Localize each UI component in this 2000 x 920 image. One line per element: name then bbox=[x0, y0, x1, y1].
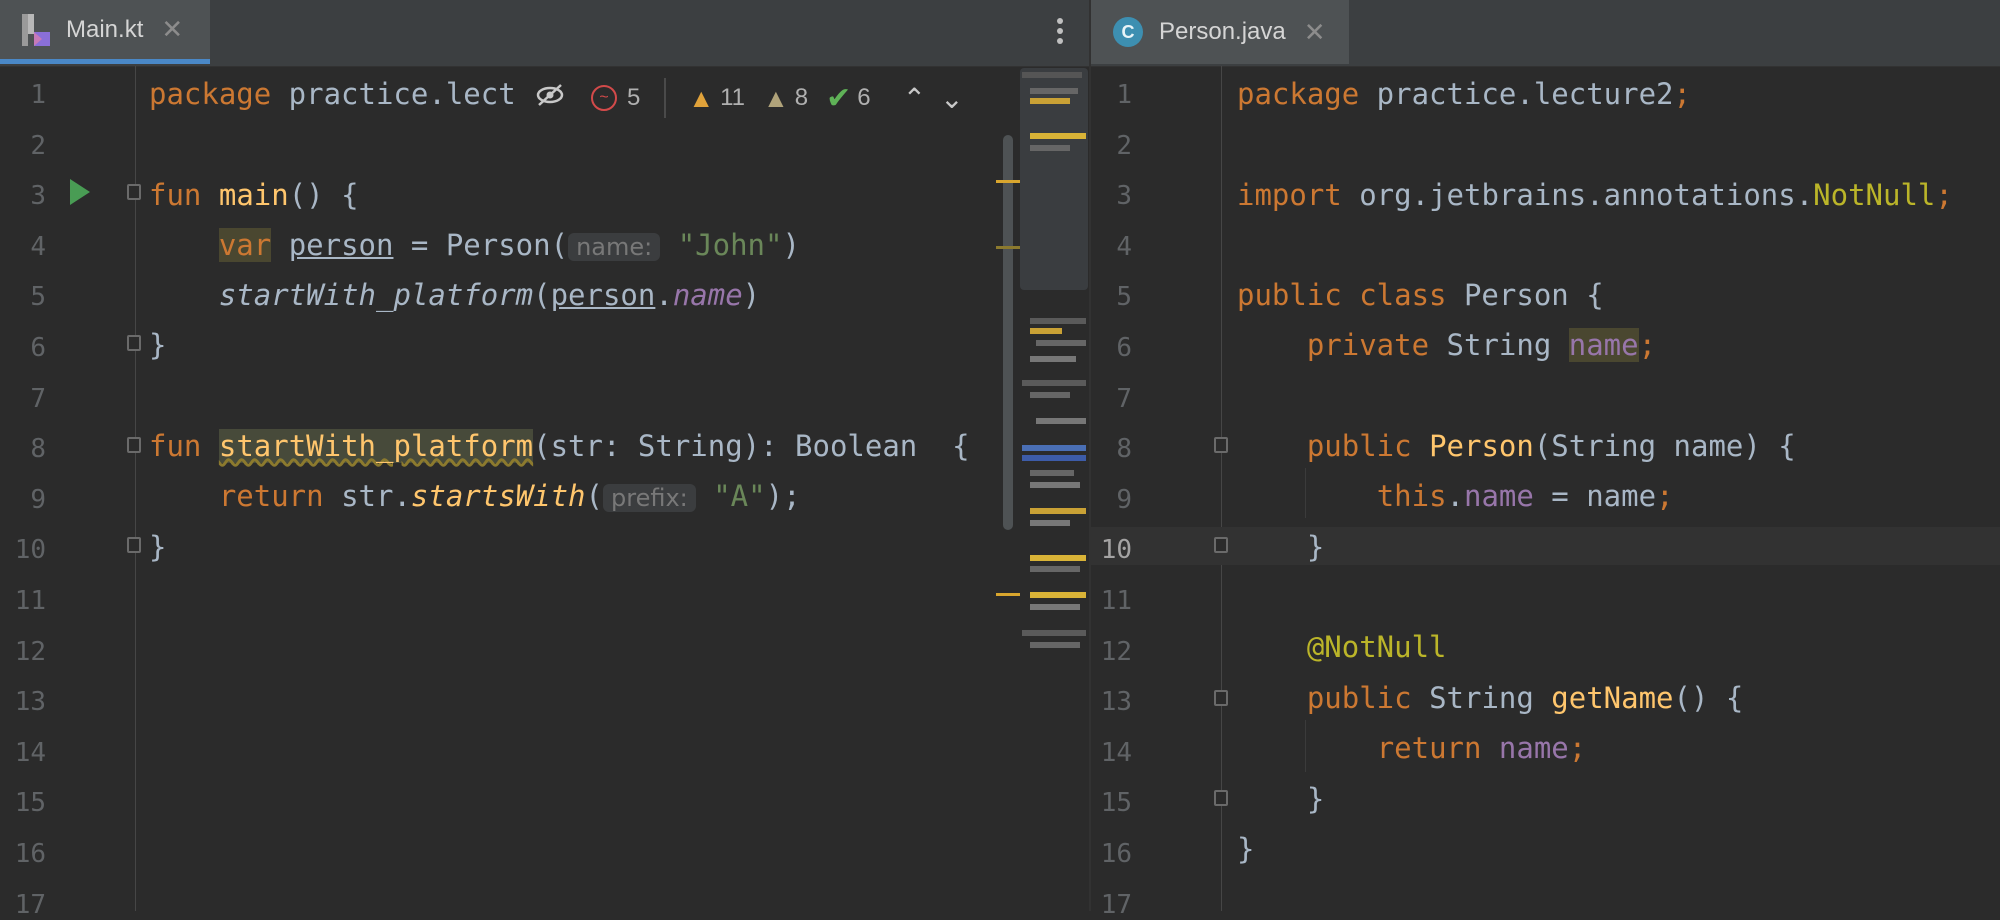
code-line[interactable]: } bbox=[1237, 528, 1324, 566]
right-gutter-border bbox=[1221, 66, 1222, 911]
code-line[interactable]: return str.startsWith(prefix: "A"); bbox=[149, 477, 801, 517]
code-line[interactable]: package practice.lecture2; bbox=[1237, 75, 1691, 113]
weak-warning-marker[interactable] bbox=[996, 246, 1020, 249]
line-number[interactable]: 14 bbox=[1072, 738, 1132, 768]
code-line[interactable]: this.name = name; bbox=[1237, 477, 1674, 515]
line-number[interactable]: 12 bbox=[1072, 637, 1132, 667]
weak-warnings-indicator[interactable]: ▲ 8 bbox=[763, 83, 808, 114]
fold-icon[interactable] bbox=[127, 537, 141, 553]
line-number[interactable]: 8 bbox=[1072, 434, 1132, 464]
line-number[interactable]: 13 bbox=[1072, 687, 1132, 717]
code-line[interactable]: fun startWith_platform(str: String): Boo… bbox=[149, 427, 970, 465]
weak-warning-icon: ▲ bbox=[763, 82, 789, 113]
line-number[interactable]: 10 bbox=[0, 535, 46, 565]
close-icon[interactable]: ✕ bbox=[161, 14, 183, 45]
code-line[interactable]: startWith_platform(person.name) bbox=[149, 276, 760, 314]
close-icon[interactable]: ✕ bbox=[1304, 17, 1326, 48]
line-number[interactable]: 6 bbox=[1072, 333, 1132, 363]
line-number[interactable]: 15 bbox=[1072, 788, 1132, 818]
chevron-down-icon[interactable]: ⌄ bbox=[940, 82, 963, 115]
line-number[interactable]: 9 bbox=[1072, 485, 1132, 515]
line-number[interactable]: 2 bbox=[1072, 131, 1132, 161]
run-icon[interactable] bbox=[70, 179, 90, 205]
line-number[interactable]: 9 bbox=[0, 485, 46, 515]
warning-icon: ▲ bbox=[688, 82, 715, 113]
fold-icon[interactable] bbox=[1214, 690, 1228, 706]
fold-icon[interactable] bbox=[127, 184, 141, 200]
checkmark-icon: ✔ bbox=[826, 81, 852, 115]
line-number[interactable]: 15 bbox=[0, 788, 46, 818]
separator bbox=[664, 78, 667, 118]
fold-icon[interactable] bbox=[1214, 437, 1228, 453]
line-number[interactable]: 5 bbox=[1072, 282, 1132, 312]
editor-tab-bar: Main.kt ✕ C Person.java ✕ bbox=[0, 0, 2000, 67]
code-line[interactable]: } bbox=[1237, 830, 1254, 868]
fold-icon[interactable] bbox=[127, 437, 141, 453]
line-number[interactable]: 4 bbox=[0, 232, 46, 262]
line-number[interactable]: 11 bbox=[1072, 586, 1132, 616]
line-number[interactable]: 12 bbox=[0, 637, 46, 667]
line-number[interactable]: 3 bbox=[1072, 181, 1132, 211]
line-number[interactable]: 16 bbox=[1072, 839, 1132, 869]
code-line[interactable]: } bbox=[149, 528, 166, 566]
code-line[interactable]: @NotNull bbox=[1237, 628, 1447, 666]
code-line[interactable]: import org.jetbrains.annotations.NotNull… bbox=[1237, 176, 1953, 214]
warnings-indicator[interactable]: ▲ 11 bbox=[688, 83, 745, 114]
warning-marker[interactable] bbox=[996, 593, 1020, 596]
tab-label: Person.java bbox=[1159, 18, 1286, 45]
errors-indicator[interactable]: ~ 5 bbox=[591, 84, 640, 112]
code-line[interactable]: private String name; bbox=[1237, 326, 1656, 364]
line-number[interactable]: 17 bbox=[1072, 890, 1132, 920]
code-line[interactable]: public String getName() { bbox=[1237, 679, 1744, 717]
line-number[interactable]: 13 bbox=[0, 687, 46, 717]
line-number[interactable]: 8 bbox=[0, 434, 46, 464]
fold-icon[interactable] bbox=[1214, 537, 1228, 553]
line-number[interactable]: 17 bbox=[0, 890, 46, 920]
line-number[interactable]: 2 bbox=[0, 131, 46, 161]
tab-main-kt[interactable]: Main.kt ✕ bbox=[0, 0, 210, 64]
error-icon: ~ bbox=[591, 85, 617, 111]
fold-icon[interactable] bbox=[127, 335, 141, 351]
code-line[interactable]: var person = Person(name: "John") bbox=[149, 226, 800, 266]
tab-person-java[interactable]: C Person.java ✕ bbox=[1091, 0, 1349, 64]
line-number[interactable]: 7 bbox=[1072, 384, 1132, 414]
kotlin-file-icon bbox=[22, 13, 52, 46]
more-tabs-icon[interactable] bbox=[1050, 14, 1070, 54]
tab-label: Main.kt bbox=[66, 15, 144, 43]
parameter-hint: prefix: bbox=[603, 484, 696, 512]
inspection-widget: ~ 5 ▲ 11 ▲ 8 ✔ 6 ⌃ ⌄ bbox=[535, 76, 964, 120]
line-number[interactable]: 6 bbox=[0, 333, 46, 363]
code-line[interactable]: public Person(String name) { bbox=[1237, 427, 1796, 465]
scrollbar-thumb[interactable] bbox=[1003, 135, 1013, 530]
line-number[interactable]: 14 bbox=[0, 738, 46, 768]
code-line[interactable]: package practice.lect bbox=[149, 75, 516, 113]
line-number[interactable]: 3 bbox=[0, 181, 46, 211]
typo-indicator[interactable]: ✔ 6 bbox=[826, 81, 871, 116]
code-line[interactable]: public class Person { bbox=[1237, 276, 1604, 314]
parameter-hint: name: bbox=[568, 233, 661, 261]
line-number[interactable]: 5 bbox=[0, 282, 46, 312]
code-line[interactable]: } bbox=[1237, 780, 1324, 818]
code-line[interactable]: } bbox=[149, 326, 166, 364]
line-number[interactable]: 10 bbox=[1072, 535, 1132, 565]
line-number[interactable]: 1 bbox=[1072, 80, 1132, 110]
line-number[interactable]: 16 bbox=[0, 839, 46, 869]
warning-marker[interactable] bbox=[996, 180, 1020, 183]
java-class-icon: C bbox=[1113, 17, 1143, 47]
fold-icon[interactable] bbox=[1214, 790, 1228, 806]
code-line[interactable]: return name; bbox=[1237, 729, 1587, 767]
chevron-up-icon[interactable]: ⌃ bbox=[903, 82, 926, 115]
line-number[interactable]: 7 bbox=[0, 384, 46, 414]
reader-mode-icon[interactable] bbox=[535, 82, 565, 114]
line-number[interactable]: 11 bbox=[0, 586, 46, 616]
line-number[interactable]: 4 bbox=[1072, 232, 1132, 262]
line-number[interactable]: 1 bbox=[0, 80, 46, 110]
code-line[interactable]: fun main() { bbox=[149, 176, 359, 214]
